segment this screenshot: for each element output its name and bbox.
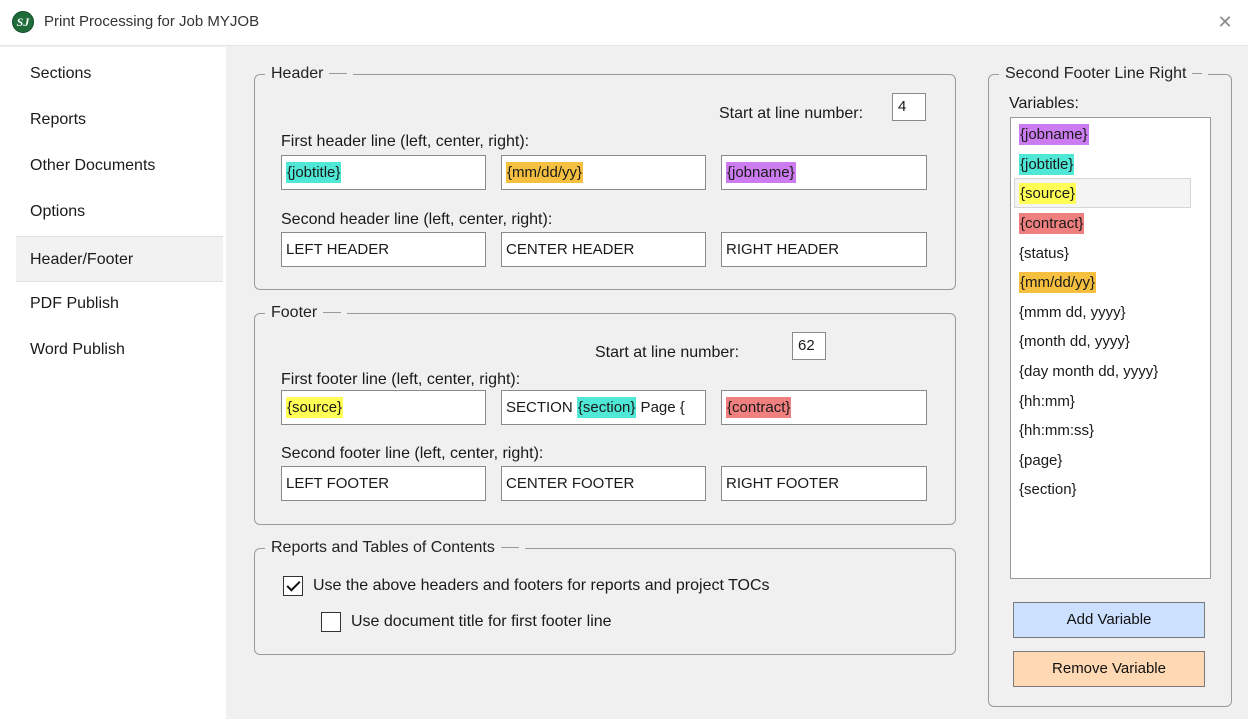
check-icon — [286, 577, 301, 592]
first-header-center-input[interactable]: {mm/dd/yy} — [501, 155, 706, 190]
footer-center-suffix: Page { — [636, 399, 685, 416]
list-item-source[interactable]: {source} — [1019, 180, 1077, 208]
variables-label: Variables: — [1009, 95, 1079, 112]
close-icon[interactable]: ✕ — [1212, 9, 1238, 35]
use-doc-title-checkbox[interactable] — [321, 612, 341, 632]
sidebar-item-word-publish[interactable]: Word Publish — [16, 327, 223, 373]
header-group: Header Start at line number: 4 First hea… — [254, 63, 956, 290]
list-item-hh-mm-ss[interactable]: {hh:mm:ss} — [1019, 417, 1094, 445]
second-footer-right-input[interactable]: RIGHT FOOTER — [721, 466, 927, 501]
variable-tag: {source} — [286, 397, 344, 418]
list-item-mmm-dd-yyyy[interactable]: {mmm dd, yyyy} — [1019, 299, 1126, 327]
list-item-mm-dd-yy[interactable]: {mm/dd/yy} — [1019, 269, 1097, 297]
variable-tag: {section} — [576, 397, 637, 418]
add-variable-button[interactable]: Add Variable — [1013, 602, 1205, 638]
main-panel: Header Start at line number: 4 First hea… — [226, 47, 1248, 719]
header-group-legend: Header — [265, 63, 354, 85]
variables-group-legend: Second Footer Line Right — [999, 63, 1209, 85]
variable-tag: {jobname} — [1019, 124, 1089, 145]
reports-toc-group-legend: Reports and Tables of Contents — [265, 537, 525, 559]
variable-tag: {contract} — [1019, 213, 1085, 234]
use-doc-title-label: Use document title for first footer line — [351, 613, 612, 630]
header-start-line-label: Start at line number: — [719, 105, 864, 122]
footer-start-line-label: Start at line number: — [595, 344, 740, 361]
first-footer-center-input[interactable]: SECTION {section} Page { — [501, 390, 706, 425]
first-header-right-input[interactable]: {jobname} — [721, 155, 927, 190]
variable-tag: {jobtitle} — [286, 162, 342, 183]
sidebar: Sections Reports Other Documents Options… — [0, 47, 226, 719]
second-header-line-label: Second header line (left, center, right)… — [281, 211, 553, 228]
second-header-center-input[interactable]: CENTER HEADER — [501, 232, 706, 267]
variable-tag: {mm/dd/yy} — [1019, 272, 1097, 293]
variable-tag: {mm/dd/yy} — [506, 162, 584, 183]
list-item-day-month-dd-yyyy[interactable]: {day month dd, yyyy} — [1019, 358, 1158, 386]
list-item-month-dd-yyyy[interactable]: {month dd, yyyy} — [1019, 328, 1130, 356]
second-header-right-input[interactable]: RIGHT HEADER — [721, 232, 927, 267]
variables-list[interactable]: {jobname} {jobtitle} {source} {contract}… — [1010, 117, 1211, 579]
use-headers-label: Use the above headers and footers for re… — [313, 577, 770, 594]
sidebar-item-other-documents[interactable]: Other Documents — [16, 143, 223, 189]
sidebar-item-options[interactable]: Options — [16, 189, 223, 235]
variables-group: Second Footer Line Right Variables: {job… — [988, 63, 1232, 707]
reports-toc-group: Reports and Tables of Contents Use the a… — [254, 537, 956, 655]
list-item-jobname[interactable]: {jobname} — [1019, 121, 1089, 149]
use-headers-checkbox[interactable] — [283, 576, 303, 596]
variable-tag: {jobtitle} — [1019, 154, 1075, 175]
sidebar-item-reports[interactable]: Reports — [16, 97, 223, 143]
first-footer-line-label: First footer line (left, center, right): — [281, 371, 521, 388]
list-item-jobtitle[interactable]: {jobtitle} — [1019, 151, 1075, 179]
second-header-left-input[interactable]: LEFT HEADER — [281, 232, 486, 267]
variable-tag: {jobname} — [726, 162, 796, 183]
footer-group-legend: Footer — [265, 302, 348, 324]
variable-tag: {contract} — [726, 397, 792, 418]
first-footer-left-input[interactable]: {source} — [281, 390, 486, 425]
first-header-line-label: First header line (left, center, right): — [281, 133, 530, 150]
list-item-page[interactable]: {page} — [1019, 447, 1062, 475]
footer-group: Footer Start at line number: 62 First fo… — [254, 302, 956, 525]
sidebar-item-pdf-publish[interactable]: PDF Publish — [16, 281, 223, 327]
sidebar-item-header-footer[interactable]: Header/Footer — [16, 236, 223, 282]
list-item-status[interactable]: {status} — [1019, 240, 1069, 268]
first-footer-right-input[interactable]: {contract} — [721, 390, 927, 425]
window-title: Print Processing for Job MYJOB — [44, 13, 260, 30]
footer-center-prefix: SECTION — [506, 399, 577, 416]
header-start-line-input[interactable]: 4 — [892, 93, 926, 121]
app-logo-icon: SJ — [12, 11, 34, 33]
title-bar: SJ Print Processing for Job MYJOB ✕ — [0, 0, 1248, 46]
first-header-left-input[interactable]: {jobtitle} — [281, 155, 486, 190]
sidebar-item-sections[interactable]: Sections — [16, 51, 223, 97]
variable-tag: {source} — [1019, 183, 1077, 204]
list-item-section[interactable]: {section} — [1019, 476, 1077, 504]
remove-variable-button[interactable]: Remove Variable — [1013, 651, 1205, 687]
footer-start-line-input[interactable]: 62 — [792, 332, 826, 360]
list-item-contract[interactable]: {contract} — [1019, 210, 1085, 238]
second-footer-center-input[interactable]: CENTER FOOTER — [501, 466, 706, 501]
list-item-hh-mm[interactable]: {hh:mm} — [1019, 388, 1075, 416]
second-footer-line-label: Second footer line (left, center, right)… — [281, 445, 544, 462]
second-footer-left-input[interactable]: LEFT FOOTER — [281, 466, 486, 501]
